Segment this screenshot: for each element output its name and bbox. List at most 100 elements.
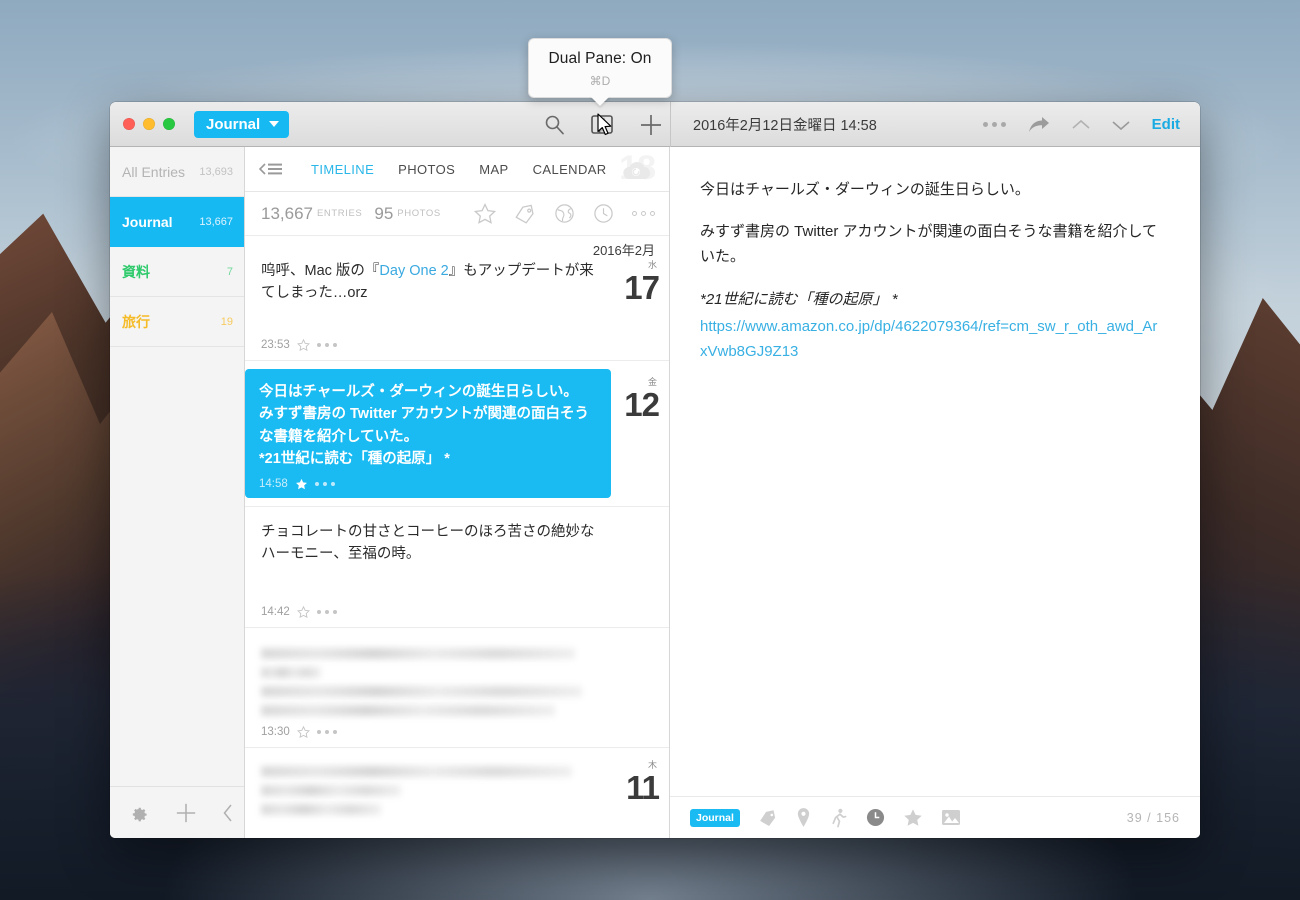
sidebar-item-shiryou[interactable]: 資料 7 (110, 247, 244, 297)
collapse-list-icon[interactable] (259, 162, 283, 176)
ellipsis-icon[interactable] (982, 122, 1006, 127)
tooltip-title: Dual Pane: On (548, 50, 652, 67)
entry-list[interactable]: 2016年2月 呜呼、Mac 版の『Day One 2』もアップデートが来てしま… (245, 236, 669, 838)
chevron-down-icon[interactable] (1112, 119, 1130, 131)
globe-icon[interactable] (554, 203, 575, 224)
tab-map[interactable]: MAP (467, 162, 520, 177)
photos-count-label: PHOTOS (397, 208, 441, 219)
sidebar-footer (110, 786, 244, 838)
list-item[interactable]: チョコレートの甘さとコーヒーのほろ苦さの絶妙なハーモニー、至福の時。 14:42 (245, 507, 669, 628)
chevron-up-icon[interactable] (1072, 119, 1090, 131)
gear-icon[interactable] (128, 802, 149, 823)
cloud-sync-icon[interactable] (621, 159, 651, 181)
detail-journal-badge[interactable]: Journal (690, 808, 740, 827)
tag-icon[interactable] (514, 204, 536, 224)
sidebar-item-journal[interactable]: Journal 13,667 (110, 197, 244, 247)
entry-preview-text: 呜呼、Mac 版の『Day One 2』もアップデートが来てしまった…orz (261, 263, 594, 302)
ellipsis-icon[interactable] (632, 211, 655, 216)
plus-icon[interactable] (639, 113, 663, 137)
entry-preview-text: 今日はチャールズ・ダーウィンの誕生日らしい。 みすず書房の Twitter アカ… (259, 383, 590, 468)
detail-url-paragraph: https://www.amazon.co.jp/dp/4622079364/r… (700, 314, 1164, 364)
entry-list-pane: TIMELINE PHOTOS MAP CALENDAR 18 13,667 E… (245, 147, 670, 838)
star-outline-icon[interactable] (296, 725, 310, 738)
photos-count: 95 (374, 203, 394, 223)
entry-date-heading: 2016年2月12日金曜日 14:58 (693, 118, 877, 134)
maximize-window-button[interactable] (163, 118, 175, 130)
close-window-button[interactable] (123, 118, 135, 130)
entry-day-number: 11 (626, 768, 660, 806)
entry-date-column: 金 12 (611, 361, 669, 506)
entry-detail-footer: Journal 39 / 156 (670, 796, 1200, 838)
entry-detail-body[interactable]: 今日はチャールズ・ダーウィンの誕生日らしい。 みすず書房の Twitter アカ… (670, 147, 1200, 796)
star-outline-icon[interactable] (296, 338, 310, 351)
entry-date-column: 水 17 (611, 236, 669, 360)
entry-day-number: 12 (624, 385, 660, 423)
titlebar-right: 2016年2月12日金曜日 14:58 Edit (670, 102, 1200, 147)
location-pin-icon[interactable] (796, 808, 811, 827)
page-counter: 39 / 156 (1127, 811, 1180, 825)
journal-selector-button[interactable]: Journal (194, 110, 290, 138)
traffic-lights (110, 118, 175, 130)
photo-icon[interactable] (941, 809, 961, 826)
sidebar-item-label: 旅行 (122, 313, 150, 330)
page-current: 39 (1126, 810, 1143, 825)
list-item[interactable]: 13:30 (245, 628, 669, 748)
activity-icon[interactable] (829, 808, 848, 828)
page-total: 156 (1156, 810, 1180, 825)
sidebar-item-label: Journal (122, 213, 173, 230)
star-icon[interactable] (903, 808, 923, 827)
entry-inline-link[interactable]: Day One 2 (379, 263, 448, 279)
edit-button[interactable]: Edit (1152, 116, 1180, 133)
chevron-down-icon (269, 121, 280, 127)
tab-timeline[interactable]: TIMELINE (299, 162, 386, 177)
list-item[interactable]: 呜呼、Mac 版の『Day One 2』もアップデートが来てしまった…orz 2… (245, 236, 669, 361)
entries-count-label: ENTRIES (317, 208, 363, 219)
tab-calendar[interactable]: CALENDAR (521, 162, 619, 177)
detail-paragraph: 今日はチャールズ・ダーウィンの誕生日らしい。 (700, 181, 1030, 198)
clock-filled-icon[interactable] (866, 808, 885, 827)
detail-italic-line: *21世紀に読む「種の起原」 * (700, 290, 898, 308)
star-outline-icon[interactable] (474, 203, 496, 224)
dual-pane-tooltip: Dual Pane: On ⌘D (528, 38, 672, 106)
minimize-window-button[interactable] (143, 118, 155, 130)
selected-entry-card[interactable]: 今日はチャールズ・ダーウィンの誕生日らしい。 みすず書房の Twitter アカ… (245, 368, 611, 498)
list-tabs: TIMELINE PHOTOS MAP CALENDAR 18 (245, 147, 669, 192)
tooltip-arrow (590, 96, 610, 106)
entry-more-icon[interactable] (316, 342, 337, 347)
entry-preview-redacted (261, 764, 595, 815)
detail-url-link[interactable]: https://www.amazon.co.jp/dp/4622079364/r… (700, 318, 1157, 360)
tab-photos[interactable]: PHOTOS (386, 162, 467, 177)
chevron-left-icon[interactable] (223, 804, 245, 822)
tag-icon[interactable] (758, 809, 778, 827)
clock-icon[interactable] (593, 203, 614, 224)
entries-count: 13,667 (261, 203, 313, 223)
journal-selector-label: Journal (206, 115, 261, 133)
sidebar: All Entries 13,693 Journal 13,667 資料 7 旅… (110, 147, 245, 838)
window-titlebar: Journal 2016年2月12日金曜日 14:58 Edit (110, 102, 1200, 147)
sidebar-item-label: All Entries (122, 163, 186, 180)
entry-more-icon[interactable] (316, 609, 337, 614)
day-one-window: Journal 2016年2月12日金曜日 14:58 Edit All Ent… (110, 102, 1200, 838)
list-stats-row: 13,667 ENTRIES 95 PHOTOS (245, 192, 669, 236)
list-item-selected[interactable]: 今日はチャールズ・ダーウィンの誕生日らしい。 みすず書房の Twitter アカ… (245, 361, 669, 507)
window-body: All Entries 13,693 Journal 13,667 資料 7 旅… (110, 147, 1200, 838)
entry-time: 13:30 (261, 725, 290, 738)
star-filled-icon[interactable] (295, 478, 308, 490)
search-icon[interactable] (544, 114, 565, 135)
add-journal-icon[interactable] (175, 802, 197, 824)
sidebar-item-all-entries[interactable]: All Entries 13,693 (110, 147, 244, 197)
entry-more-icon[interactable] (314, 481, 335, 486)
sidebar-item-ryokou[interactable]: 旅行 19 (110, 297, 244, 347)
list-item[interactable]: ブログ 10:20 木 11 (245, 748, 669, 838)
star-outline-icon[interactable] (296, 605, 310, 618)
entry-date-column (611, 507, 669, 627)
entry-more-icon[interactable] (316, 729, 337, 734)
entry-time: 23:53 (261, 338, 290, 351)
entry-detail-pane: 今日はチャールズ・ダーウィンの誕生日らしい。 みすず書房の Twitter アカ… (670, 147, 1200, 838)
entry-time: 14:58 (259, 477, 288, 490)
entry-preview-redacted (261, 646, 595, 716)
entry-date-column (611, 628, 669, 747)
titlebar-actions: Edit (982, 116, 1200, 134)
share-arrow-icon[interactable] (1028, 116, 1050, 134)
entry-preview-text: チョコレートの甘さとコーヒーのほろ苦さの絶妙なハーモニー、至福の時。 (261, 523, 595, 563)
